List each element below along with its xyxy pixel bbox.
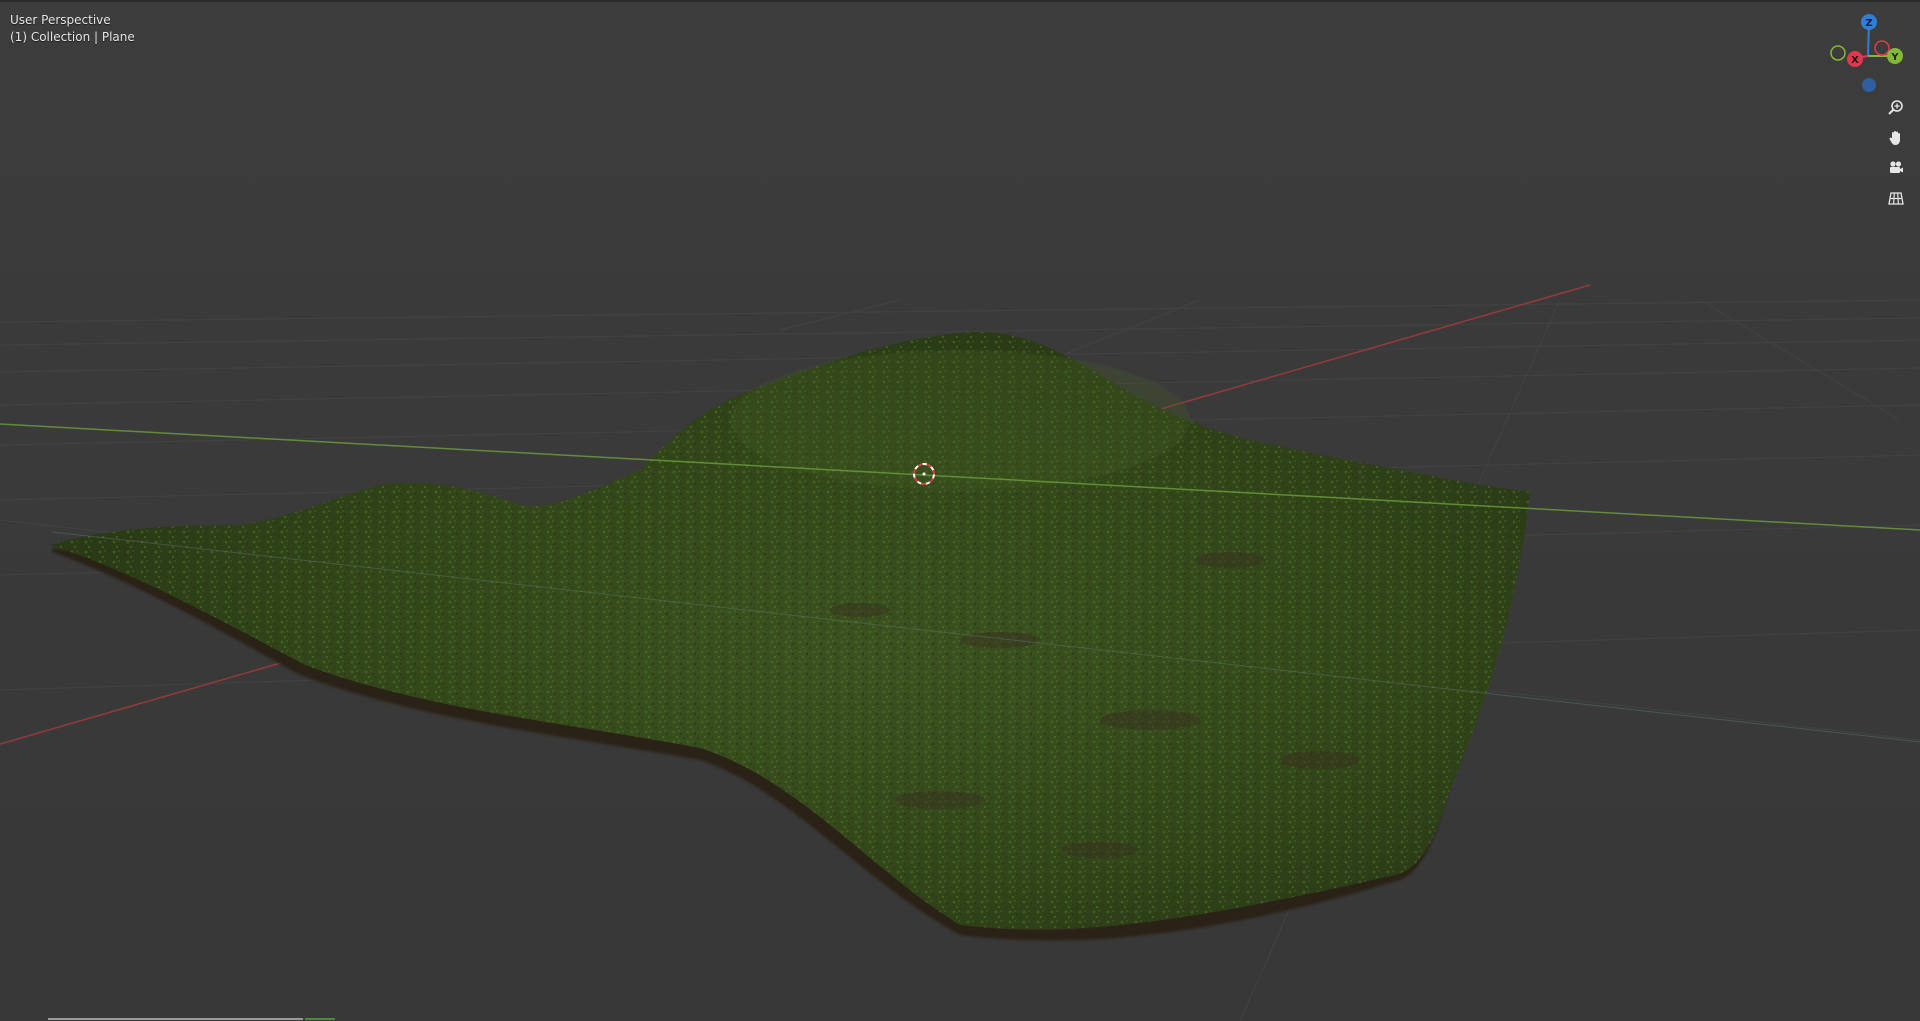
y-axis-icon[interactable]: Y (1887, 48, 1903, 64)
navigation-gizmo[interactable]: Z Y X (1820, 8, 1910, 98)
scene-canvas[interactable] (0, 0, 1920, 1021)
ortho-toggle-button[interactable] (1882, 184, 1910, 212)
svg-text:Z: Z (1865, 18, 1872, 29)
hill-highlight (730, 350, 1190, 490)
svg-text:X: X (1851, 55, 1859, 66)
x-axis-icon[interactable]: X (1847, 51, 1863, 67)
neg-y-axis-icon[interactable] (1830, 45, 1846, 61)
camera-icon (1890, 161, 1903, 173)
zoom-icon (1888, 100, 1903, 115)
hand-icon (1889, 131, 1900, 145)
timeline-edge-accent (305, 1018, 335, 1020)
3d-viewport[interactable]: User Perspective (1) Collection | Plane … (0, 0, 1920, 1021)
collection-path-label: (1) Collection | Plane (10, 30, 135, 44)
svg-text:Y: Y (1890, 52, 1899, 63)
view-name-label: User Perspective (10, 13, 111, 27)
neg-z-axis-icon[interactable] (1862, 78, 1876, 92)
timeline-edge (48, 1018, 303, 1020)
pan-button[interactable] (1882, 124, 1910, 152)
zoom-button[interactable] (1882, 94, 1910, 122)
neg-x-axis-icon[interactable] (1874, 40, 1890, 56)
z-axis-icon[interactable]: Z (1861, 14, 1877, 30)
camera-view-button[interactable] (1882, 154, 1910, 182)
grid-icon (1888, 192, 1904, 205)
